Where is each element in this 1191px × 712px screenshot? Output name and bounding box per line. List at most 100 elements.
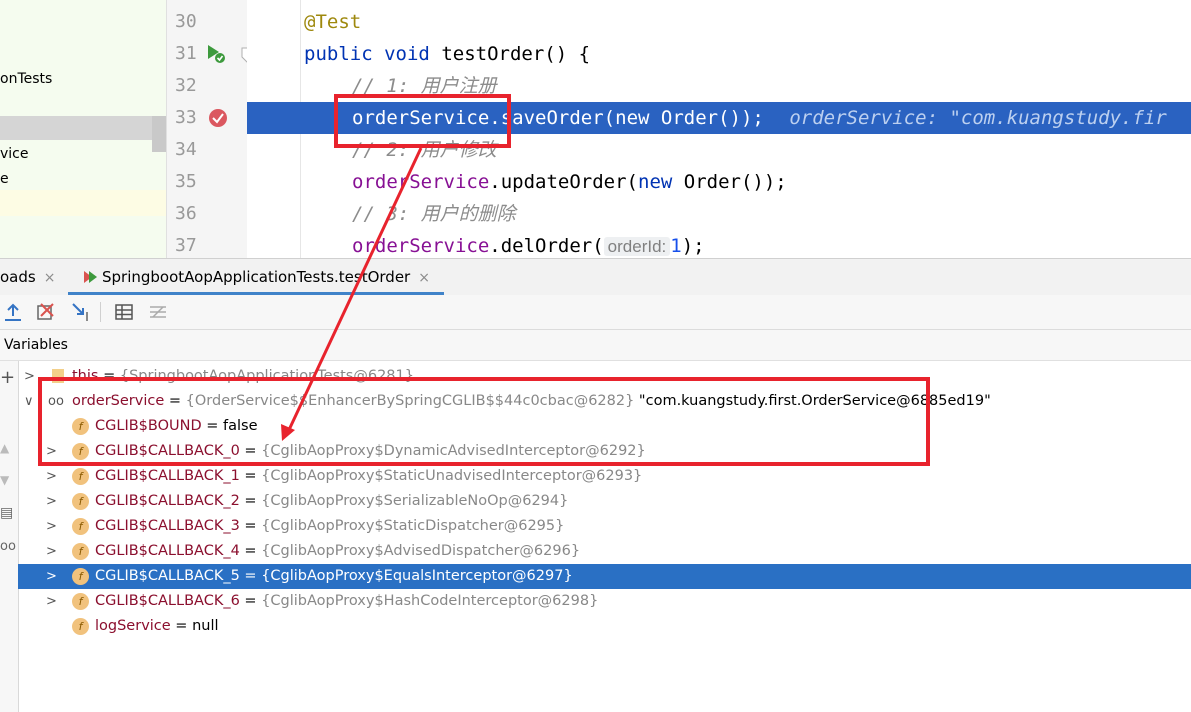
keyword: void <box>384 43 430 65</box>
drop-frame-icon[interactable] <box>35 301 57 323</box>
run-test-icon[interactable] <box>205 43 227 65</box>
variable-row-callback-3[interactable]: > f CGLIB$CALLBACK_3 = {CglibAopProxy$St… <box>18 514 1191 539</box>
variables-header: Variables <box>0 330 1191 361</box>
tree-selection-bar <box>0 116 166 140</box>
variable-row-callback-1[interactable]: > f CGLIB$CALLBACK_1 = {CglibAopProxy$St… <box>18 464 1191 489</box>
method-signature: testOrder() { <box>441 43 591 65</box>
project-tree-panel: onTests vice e <box>0 0 166 258</box>
line-number: 32 <box>175 75 197 96</box>
expand-arrow-icon[interactable]: > <box>46 489 60 514</box>
tab-testorder[interactable]: SpringbootAopApplicationTests.testOrder × <box>68 259 444 295</box>
variables-title: Variables <box>4 337 68 353</box>
variable-row-logservice[interactable]: f logService = null <box>18 614 1191 639</box>
keyword: new <box>615 107 650 129</box>
equals-sign: = <box>239 568 262 584</box>
variable-name: CGLIB$CALLBACK_1 <box>95 468 240 484</box>
field-ref: orderService <box>352 235 490 257</box>
toolbar-divider <box>100 302 101 322</box>
variables-side-toolbar: + ▲ ▼ ▤ oo <box>0 361 19 712</box>
code-line-35: orderService.updateOrder(new Order()); <box>352 166 787 198</box>
method-call: .updateOrder( <box>489 171 638 193</box>
expand-arrow-icon[interactable]: > <box>46 589 60 614</box>
watch-glasses-icon[interactable]: oo <box>0 539 18 554</box>
trace-stream-icon[interactable] <box>147 301 169 323</box>
variable-value: {CglibAopProxy$AdvisedDispatcher@6296} <box>261 543 581 559</box>
parameter-hint: orderId: <box>603 237 671 256</box>
code-text: Order()); <box>683 171 787 193</box>
line-number: 31 <box>175 43 197 64</box>
equals-sign: = <box>170 618 193 634</box>
variable-value: {CglibAopProxy$SerializableNoOp@6294} <box>261 493 569 509</box>
code-line-37: orderService.delOrder(orderId: 1); <box>352 230 705 258</box>
code-text: ); <box>681 235 705 257</box>
expand-arrow-icon[interactable]: > <box>46 514 60 539</box>
copy-icon[interactable]: ▤ <box>0 505 18 521</box>
comment: // 3: 用户的删除 <box>352 203 516 225</box>
field-icon: f <box>72 593 89 610</box>
breakpoint-icon[interactable] <box>207 107 229 129</box>
variable-name: CGLIB$CALLBACK_3 <box>95 518 240 534</box>
line-number: 33 <box>175 107 197 128</box>
equals-sign: = <box>239 518 262 534</box>
variable-name: CGLIB$CALLBACK_6 <box>95 593 240 609</box>
field-icon: f <box>72 568 89 585</box>
chevron-down-icon[interactable]: ∨ <box>24 389 38 414</box>
field-icon: f <box>72 468 89 485</box>
expand-arrow-icon[interactable]: > <box>46 564 60 589</box>
variable-row-callback-6[interactable]: > f CGLIB$CALLBACK_6 = {CglibAopProxy$Ha… <box>18 589 1191 614</box>
close-icon[interactable]: × <box>44 270 56 286</box>
variable-row-callback-2[interactable]: > f CGLIB$CALLBACK_2 = {CglibAopProxy$Se… <box>18 489 1191 514</box>
move-up-icon[interactable]: ▲ <box>0 441 18 455</box>
tree-highlight-row <box>0 190 166 216</box>
tab-label: SpringbootAopApplicationTests.testOrder <box>102 268 411 286</box>
variable-name: CGLIB$CALLBACK_4 <box>95 543 240 559</box>
step-out-icon[interactable] <box>2 301 24 323</box>
field-icon: f <box>72 518 89 535</box>
field-icon: f <box>72 618 89 635</box>
variable-row-callback-4[interactable]: > f CGLIB$CALLBACK_4 = {CglibAopProxy$Ad… <box>18 539 1191 564</box>
debug-session-tabs: oads × SpringbootAopApplicationTests.test… <box>0 258 1191 296</box>
tree-item-e[interactable]: e <box>0 168 9 190</box>
variable-value: {CglibAopProxy$EqualsInterceptor@6297} <box>261 568 573 584</box>
code-line-30: @Test <box>304 6 361 38</box>
variable-name: CGLIB$CALLBACK_2 <box>95 493 240 509</box>
expand-arrow-icon[interactable]: > <box>46 539 60 564</box>
annotation-box-variables <box>38 377 930 466</box>
tab-threads[interactable]: oads × <box>0 259 55 295</box>
variable-value: null <box>192 618 219 634</box>
line-number: 34 <box>175 139 197 160</box>
evaluate-expression-icon[interactable] <box>113 301 135 323</box>
equals-sign: = <box>239 468 262 484</box>
line-number: 36 <box>175 203 197 224</box>
equals-sign: = <box>239 593 262 609</box>
code-line-31: public void testOrder() { <box>304 38 590 70</box>
code-text: Order()); <box>660 107 764 129</box>
number-literal: 1 <box>670 235 682 257</box>
field-icon: f <box>72 493 89 510</box>
variable-value: {CglibAopProxy$HashCodeInterceptor@6298} <box>261 593 599 609</box>
field-icon: f <box>72 543 89 560</box>
line-number: 35 <box>175 171 197 192</box>
annotation-test: @Test <box>304 11 362 33</box>
editor-gutter: 30 31 32 33 34 35 36 37 <box>166 0 253 258</box>
expand-arrow-icon[interactable]: > <box>46 464 60 489</box>
tree-item-service[interactable]: vice <box>0 143 29 165</box>
expand-arrow-icon[interactable]: > <box>24 364 38 389</box>
move-down-icon[interactable]: ▼ <box>0 473 18 487</box>
add-watch-icon[interactable]: + <box>0 367 18 388</box>
run-to-cursor-icon[interactable] <box>70 301 92 323</box>
annotation-box-code <box>334 94 511 148</box>
inline-debug-value: orderService: "com.kuangstudy.fir <box>789 107 1167 129</box>
debug-toolbar <box>0 295 1191 330</box>
variable-row-callback-5[interactable]: > f CGLIB$CALLBACK_5 = {CglibAopProxy$Eq… <box>18 564 1191 589</box>
equals-sign: = <box>239 493 262 509</box>
line-number: 30 <box>175 11 197 32</box>
tree-item-tests[interactable]: onTests <box>0 68 52 90</box>
variable-value: {CglibAopProxy$StaticDispatcher@6295} <box>261 518 565 534</box>
equals-sign: = <box>239 543 262 559</box>
tree-scrollbar[interactable] <box>152 116 166 152</box>
close-icon[interactable]: × <box>418 270 430 286</box>
keyword: new <box>638 171 673 193</box>
variable-name: logService <box>95 618 171 634</box>
keyword: public <box>304 43 373 65</box>
